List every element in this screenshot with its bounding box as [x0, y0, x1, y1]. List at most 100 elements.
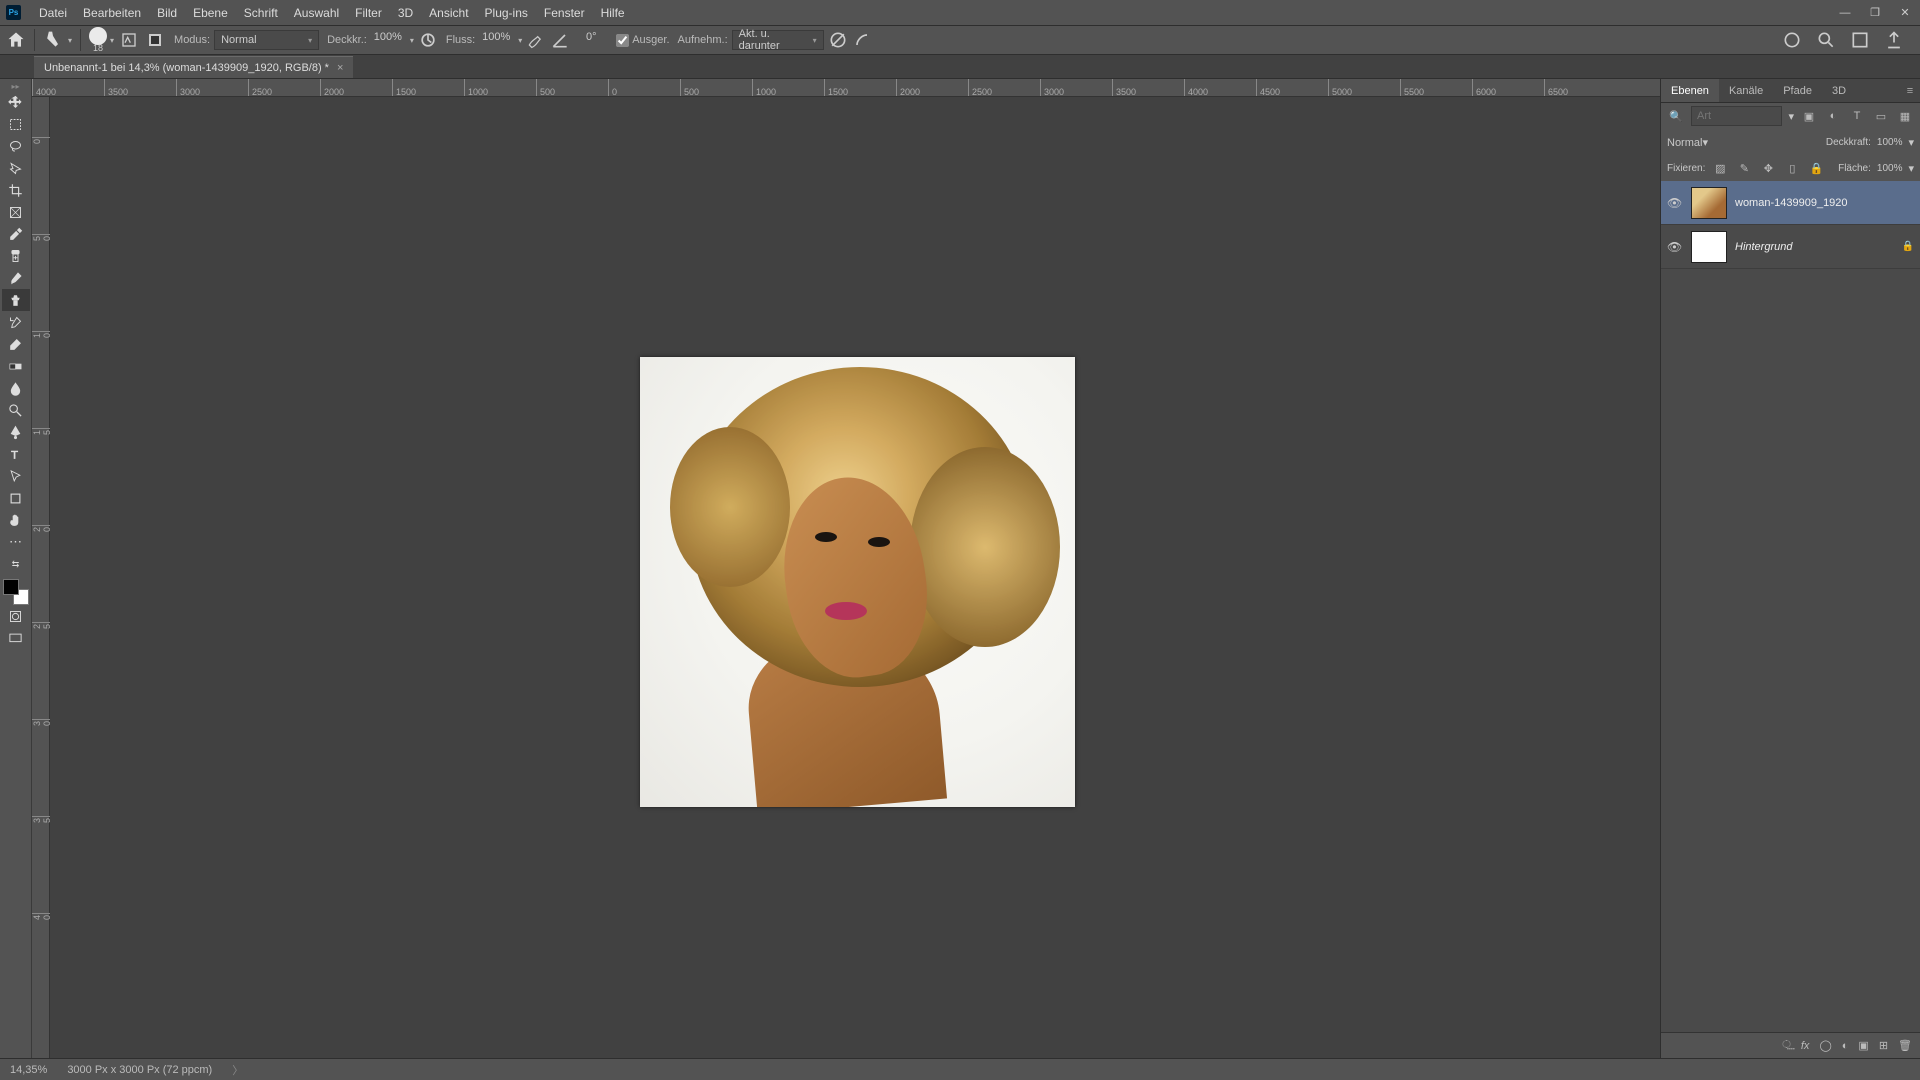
quick-mask-icon[interactable]	[2, 605, 30, 627]
menu-item-hilfe[interactable]: Hilfe	[593, 6, 633, 20]
quick-selection-tool[interactable]	[2, 157, 30, 179]
dodge-tool[interactable]	[2, 399, 30, 421]
brush-panel-toggle-icon[interactable]	[118, 29, 140, 51]
menu-item-plug-ins[interactable]: Plug-ins	[477, 6, 536, 20]
brush-tool[interactable]	[2, 267, 30, 289]
panel-tab-3d[interactable]: 3D	[1822, 79, 1856, 102]
marquee-tool[interactable]	[2, 113, 30, 135]
group-layers-icon[interactable]: ▣	[1858, 1039, 1868, 1052]
menu-item-ansicht[interactable]: Ansicht	[421, 6, 476, 20]
zoom-level[interactable]: 14,35%	[10, 1064, 47, 1076]
eyedropper-tool[interactable]	[2, 223, 30, 245]
fill-field[interactable]: 100%	[1877, 163, 1903, 174]
pen-tool[interactable]	[2, 421, 30, 443]
angle-field[interactable]: 0°	[574, 31, 608, 49]
history-brush-tool[interactable]	[2, 311, 30, 333]
healing-brush-tool[interactable]	[2, 245, 30, 267]
delete-layer-icon[interactable]: 🗑	[1898, 1039, 1912, 1052]
clone-stamp-tool[interactable]	[2, 289, 30, 311]
aligned-checkbox[interactable]: Ausger.	[616, 34, 669, 47]
panel-tab-pfade[interactable]: Pfade	[1773, 79, 1822, 102]
frame-tool[interactable]	[2, 201, 30, 223]
layer-row[interactable]: 👁Hintergrund🔒	[1661, 225, 1920, 269]
search-icon[interactable]	[1816, 30, 1836, 50]
layer-row[interactable]: 👁 woman-1439909_1920	[1661, 181, 1920, 225]
brush-settings-icon[interactable]	[144, 29, 166, 51]
arrange-docs-icon[interactable]	[1850, 30, 1870, 50]
filter-image-icon[interactable]: ▣	[1800, 107, 1818, 125]
viewport[interactable]	[50, 97, 1660, 1058]
blend-mode-select[interactable]: Normal▾	[214, 30, 319, 50]
close-tab-icon[interactable]: ×	[337, 62, 343, 74]
menu-item-fenster[interactable]: Fenster	[536, 6, 593, 20]
edit-toolbar-icon[interactable]: ⇆	[2, 553, 30, 575]
lock-pixels-icon[interactable]: ✎	[1735, 159, 1753, 177]
share-icon[interactable]	[1884, 30, 1904, 50]
layer-fx-icon[interactable]: fx	[1801, 1040, 1810, 1052]
more-tools-icon[interactable]: ⋯	[2, 531, 30, 553]
visibility-toggle-icon[interactable]: 👁	[1667, 240, 1683, 254]
opacity-field[interactable]: 100%	[371, 31, 405, 49]
filter-smart-icon[interactable]: ▦	[1896, 107, 1914, 125]
menu-item-schrift[interactable]: Schrift	[236, 6, 286, 20]
blur-tool[interactable]	[2, 377, 30, 399]
path-selection-tool[interactable]	[2, 465, 30, 487]
menu-item-ebene[interactable]: Ebene	[185, 6, 236, 20]
airbrush-icon[interactable]	[526, 30, 546, 50]
layer-thumbnail[interactable]	[1691, 187, 1727, 219]
menu-item-auswahl[interactable]: Auswahl	[286, 6, 347, 20]
status-arrow-icon[interactable]: 〉	[232, 1062, 243, 1078]
layer-mask-icon[interactable]: ◯	[1819, 1039, 1831, 1052]
layer-name[interactable]: Hintergrund	[1735, 241, 1792, 253]
window-close-button[interactable]: ✕	[1890, 2, 1920, 24]
filter-shape-icon[interactable]: ▭	[1872, 107, 1890, 125]
shape-tool[interactable]	[2, 487, 30, 509]
brush-preset-picker[interactable]: 18 ▾	[89, 27, 114, 53]
menu-item-filter[interactable]: Filter	[347, 6, 390, 20]
window-restore-button[interactable]: ❐	[1860, 2, 1890, 24]
layer-name[interactable]: woman-1439909_1920	[1735, 197, 1848, 209]
flow-field[interactable]: 100%	[479, 31, 513, 49]
filter-adjustment-icon[interactable]: ◐	[1824, 107, 1842, 125]
new-layer-icon[interactable]: ⊞	[1879, 1039, 1888, 1052]
menu-item-datei[interactable]: Datei	[31, 6, 75, 20]
opacity-pressure-icon[interactable]	[418, 30, 438, 50]
adjustment-layer-icon[interactable]: ◐	[1842, 1040, 1849, 1052]
gradient-tool[interactable]	[2, 355, 30, 377]
window-minimize-button[interactable]: —	[1830, 2, 1860, 24]
lock-artboard-icon[interactable]: ▯	[1783, 159, 1801, 177]
document-tab[interactable]: Unbenannt-1 bei 14,3% (woman-1439909_192…	[34, 56, 353, 78]
lock-position-icon[interactable]: ✥	[1759, 159, 1777, 177]
panel-tab-ebenen[interactable]: Ebenen	[1661, 79, 1719, 102]
eraser-tool[interactable]	[2, 333, 30, 355]
crop-tool[interactable]	[2, 179, 30, 201]
layer-filter-select[interactable]	[1691, 106, 1782, 126]
menu-item-bild[interactable]: Bild	[149, 6, 185, 20]
layer-thumbnail[interactable]	[1691, 231, 1727, 263]
type-tool[interactable]: T	[2, 443, 30, 465]
visibility-toggle-icon[interactable]: 👁	[1667, 196, 1683, 210]
hand-tool[interactable]	[2, 509, 30, 531]
panel-tab-kanäle[interactable]: Kanäle	[1719, 79, 1773, 102]
filter-type-icon[interactable]: T	[1848, 107, 1866, 125]
search-icon[interactable]: 🔍	[1667, 107, 1685, 125]
home-icon[interactable]	[6, 30, 26, 50]
pressure-size-icon[interactable]	[852, 30, 872, 50]
lock-all-icon[interactable]: 🔒	[1807, 159, 1825, 177]
panel-menu-icon[interactable]: ≡	[1900, 79, 1920, 102]
foreground-background-colors[interactable]	[3, 579, 29, 605]
lock-transparency-icon[interactable]: ▨	[1711, 159, 1729, 177]
menu-item-bearbeiten[interactable]: Bearbeiten	[75, 6, 149, 20]
sample-select[interactable]: Akt. u. darunter▾	[732, 30, 824, 50]
document-info[interactable]: 3000 Px x 3000 Px (72 ppcm)	[67, 1064, 212, 1076]
lasso-tool[interactable]	[2, 135, 30, 157]
layer-blend-mode-select[interactable]: Normal▾	[1667, 136, 1820, 149]
screen-mode-icon[interactable]	[2, 627, 30, 649]
collapse-handle-icon[interactable]: ▸▸	[2, 81, 30, 91]
tool-preset-icon[interactable]	[43, 30, 63, 50]
move-tool[interactable]	[2, 91, 30, 113]
menu-item-3d[interactable]: 3D	[390, 6, 421, 20]
cloud-docs-icon[interactable]	[1782, 30, 1802, 50]
link-layers-icon[interactable]: ⵿	[1782, 1039, 1791, 1052]
layer-opacity-field[interactable]: 100%	[1877, 137, 1903, 148]
